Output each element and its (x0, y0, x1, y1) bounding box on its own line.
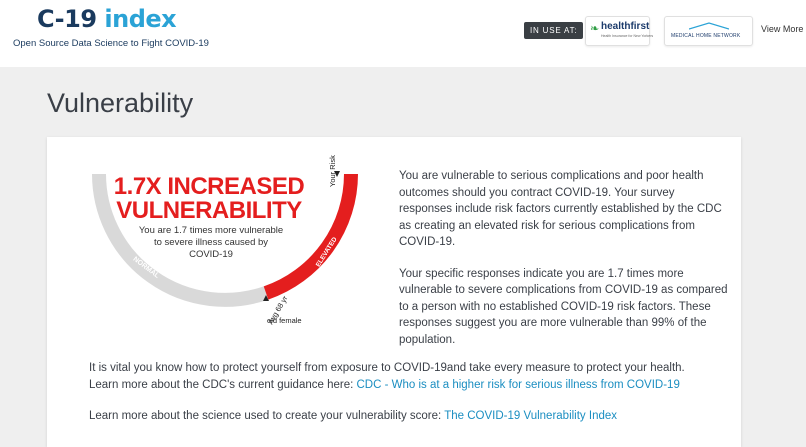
guidance-paragraph: It is vital you know how to protect your… (89, 360, 729, 393)
vulnerability-explanation: You are vulnerable to serious complicati… (399, 168, 729, 363)
guidance-text: It is vital you know how to protect your… (89, 362, 685, 374)
guidance-section: It is vital you know how to protect your… (89, 360, 729, 440)
partner-name: healthfirst (601, 21, 650, 32)
site-tagline: Open Source Data Science to Fight COVID-… (13, 38, 209, 49)
vulnerability-index-link[interactable]: The COVID-19 Vulnerability Index (444, 410, 617, 422)
site-logo[interactable]: C-19 index (37, 5, 177, 33)
page-title: Vulnerability (47, 88, 194, 118)
partner-subtext: Health Insurance for New Yorkers (601, 34, 654, 38)
explanation-paragraph: Your specific responses indicate you are… (399, 267, 728, 346)
science-prefix: Learn more about the science used to cre… (89, 410, 445, 422)
guidance-prefix: Learn more about the CDC's current guida… (89, 378, 357, 391)
your-risk-label: Your Risk (328, 155, 337, 187)
partner-name: MEDICAL HOME NETWORK (671, 33, 741, 39)
logo-prefix: C-19 (37, 5, 97, 33)
partner-logo-healthfirst[interactable]: ❧ healthfirst Health Insurance for New Y… (585, 16, 654, 46)
roof-icon (689, 22, 729, 30)
vulnerability-subtext: You are 1.7 times more vulnerable to sev… (138, 225, 284, 260)
view-more-link[interactable]: View More (761, 24, 803, 34)
vulnerability-headline: 1.7X INCREASED VULNERABILITY (113, 173, 305, 224)
logo-suffix: index (104, 5, 177, 33)
explanation-paragraph: You are vulnerable to serious complicati… (399, 170, 722, 248)
leaf-icon: ❧ (590, 23, 600, 35)
vulnerability-card: NORMAL ELEVATED Your Risk Avg 68 yr old … (47, 137, 741, 447)
site-header: C-19 index Open Source Data Science to F… (0, 0, 806, 67)
avg-label-line2: old female (267, 316, 302, 325)
partner-logo-medical-home-network[interactable]: MEDICAL HOME NETWORK (664, 16, 753, 46)
science-paragraph: Learn more about the science used to cre… (89, 408, 729, 425)
cdc-guidance-link[interactable]: CDC - Who is at a higher risk for seriou… (356, 379, 679, 391)
in-use-badge: IN USE AT: (524, 22, 584, 39)
